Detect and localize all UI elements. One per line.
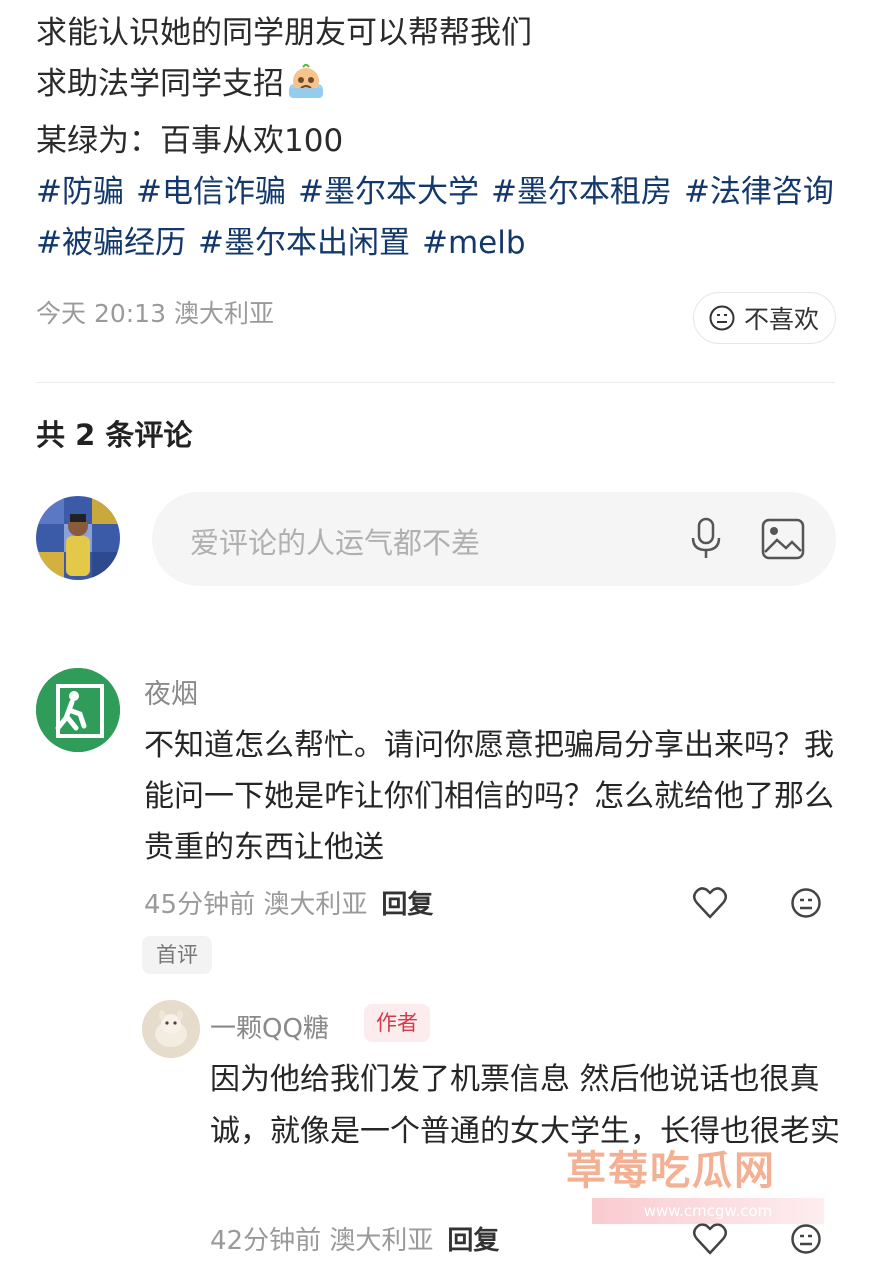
heart-icon[interactable] [692, 1222, 728, 1256]
reply-author-name[interactable]: 一颗QQ糖 [210, 1008, 329, 1045]
dislike-face-icon [709, 305, 735, 331]
tag-link[interactable]: #电信诈骗 [136, 174, 286, 210]
my-avatar[interactable] [36, 496, 120, 580]
crying-face-icon [286, 62, 326, 116]
tag-link[interactable]: #melb [422, 225, 526, 261]
microphone-icon[interactable] [684, 516, 728, 562]
reply-button[interactable]: 回复 [447, 1226, 499, 1256]
comment-input-placeholder: 爱评论的人运气都不差 [190, 526, 481, 560]
author-badge: 作者 [364, 1004, 430, 1042]
post-line-2-text: 求助法学同学支招 [36, 66, 284, 102]
first-comment-badge: 首评 [142, 936, 212, 974]
tag-link[interactable]: #防骗 [36, 174, 124, 210]
comment-text: 不知道怎么帮忙。请问你愿意把骗局分享出来吗？我能问一下她是咋让你们相信的吗？怎么… [144, 728, 834, 865]
reply-author-avatar[interactable] [142, 1000, 200, 1058]
reply-button[interactable]: 回复 [381, 890, 433, 920]
dislike-face-icon[interactable] [790, 887, 822, 919]
dislike-label: 不喜欢 [743, 305, 819, 334]
comment-meta: 45分钟前 澳大利亚 回复 [144, 884, 433, 921]
commenter-avatar[interactable] [36, 668, 120, 752]
post-meta-row: 今天 20:13 澳大利亚 不喜欢 [36, 292, 836, 348]
watermark-url: www.cmcgw.com [592, 1198, 824, 1224]
post-content: 求能认识她的同学朋友可以帮帮我们 求助法学同学支招 某绿为：百事从欢100 #防… [36, 8, 846, 269]
image-icon[interactable] [760, 516, 806, 562]
tag-link[interactable]: #被骗经历 [36, 225, 186, 261]
divider [36, 382, 835, 383]
post-timestamp-location: 今天 20:13 澳大利亚 [36, 299, 274, 328]
dislike-face-icon[interactable] [790, 1223, 822, 1255]
tag-list: #防骗 #电信诈骗 #墨尔本大学 #墨尔本租房 #法律咨询 #被骗经历 #墨尔本出闲置 #me… [36, 167, 846, 269]
post-line-2: 求助法学同学支招 [36, 59, 846, 116]
tag-link[interactable]: #墨尔本租房 [491, 174, 672, 210]
comment-time-location: 45分钟前 澳大利亚 [144, 890, 368, 920]
commenter-name[interactable]: 夜烟 [144, 672, 198, 711]
post-line-1: 求能认识她的同学朋友可以帮帮我们 [36, 15, 532, 51]
comment-input[interactable]: 爱评论的人运气都不差 [152, 492, 836, 586]
reply-meta: 42分钟前 澳大利亚 回复 [210, 1220, 499, 1257]
reply-time-location: 42分钟前 澳大利亚 [210, 1226, 434, 1256]
comment-count-heading: 共 2 条评论 [36, 418, 193, 452]
tag-link[interactable]: #墨尔本出闲置 [198, 225, 410, 261]
tag-link[interactable]: #墨尔本大学 [298, 174, 479, 210]
tag-link[interactable]: #法律咨询 [684, 174, 834, 210]
watermark-text: 草莓吃瓜网 [566, 1148, 776, 1194]
dislike-button[interactable]: 不喜欢 [692, 292, 836, 344]
heart-icon[interactable] [692, 886, 728, 920]
post-line-3: 某绿为：百事从欢100 [36, 123, 344, 159]
